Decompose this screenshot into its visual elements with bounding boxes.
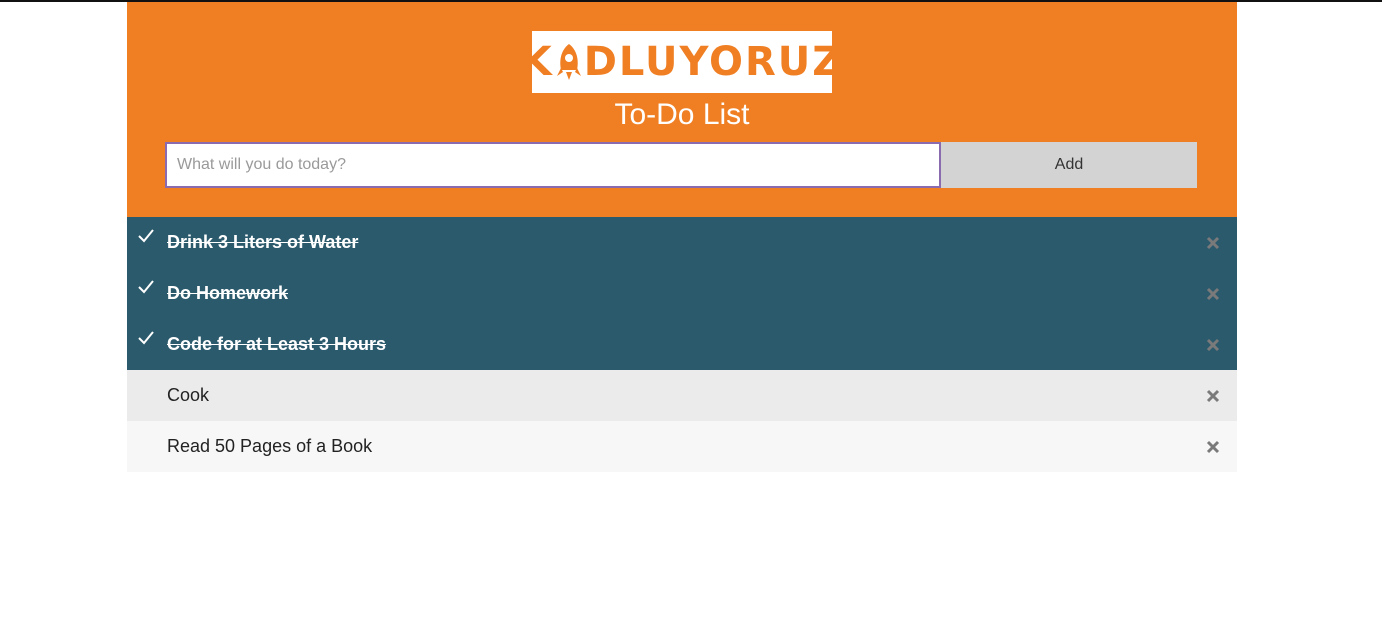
todo-item[interactable]: Cook — [127, 370, 1237, 421]
todo-item-label: Do Homework — [167, 283, 289, 303]
check-icon — [138, 280, 154, 294]
add-button[interactable]: Add — [941, 142, 1197, 188]
todo-item[interactable]: Code for at Least 3 Hours — [127, 319, 1237, 370]
close-icon[interactable] — [1205, 337, 1221, 353]
header: K DLUYORUZ To-Do List Add — [127, 2, 1237, 217]
close-icon[interactable] — [1205, 235, 1221, 251]
todo-item-label: Read 50 Pages of a Book — [167, 436, 373, 456]
close-icon[interactable] — [1205, 388, 1221, 404]
todo-list: Drink 3 Liters of Water Do Homework Code f… — [127, 217, 1237, 472]
todo-item-label: Code for at Least 3 Hours — [167, 334, 387, 354]
todo-item-label: Cook — [167, 385, 210, 405]
logo-text: K DLUYORUZ — [521, 39, 844, 85]
task-input[interactable] — [165, 142, 941, 188]
page-title: To-Do List — [614, 98, 750, 131]
logo-text-suffix: DLUYORUZ — [583, 39, 844, 85]
close-icon[interactable] — [1205, 439, 1221, 455]
todo-item[interactable]: Drink 3 Liters of Water — [127, 217, 1237, 268]
check-icon — [138, 331, 154, 345]
todo-item[interactable]: Read 50 Pages of a Book — [127, 421, 1237, 472]
todo-item-label: Drink 3 Liters of Water — [167, 232, 359, 252]
check-icon — [138, 229, 154, 243]
logo-text-prefix: K — [520, 39, 554, 85]
logo: K DLUYORUZ — [521, 31, 841, 93]
rocket-icon — [556, 44, 581, 80]
todo-item[interactable]: Do Homework — [127, 268, 1237, 319]
close-icon[interactable] — [1205, 286, 1221, 302]
add-task-form: Add — [165, 142, 1197, 188]
todo-app: K DLUYORUZ To-Do List Add Drink 3 Liters… — [127, 2, 1237, 472]
